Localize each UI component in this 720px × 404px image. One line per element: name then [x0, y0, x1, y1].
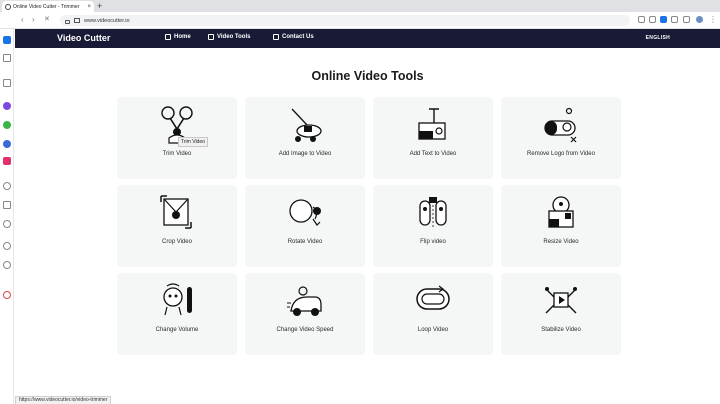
volume-icon [163, 283, 192, 316]
favicon-icon [5, 3, 11, 10]
flip-icon [419, 197, 447, 229]
tool-label: Add Text to Video [409, 151, 457, 157]
crop-icon [160, 195, 192, 229]
stabilize-icon [545, 287, 577, 314]
history-icon[interactable] [3, 182, 11, 190]
messenger-icon[interactable] [3, 102, 11, 110]
star-icon[interactable] [3, 54, 11, 62]
instagram-icon[interactable] [3, 157, 11, 165]
tool-label: Crop Video [162, 239, 192, 245]
lock-icon [65, 19, 70, 24]
site-info-icon[interactable] [74, 18, 80, 23]
tool-card-loop[interactable]: Loop Video [373, 273, 493, 355]
nav-contact[interactable]: Contact Us [273, 34, 314, 40]
add-image-icon [291, 108, 322, 142]
tool-label: Trim Video [162, 151, 192, 157]
tool-card-speed[interactable]: Change Video Speed [245, 273, 365, 355]
panel-icon[interactable] [3, 79, 11, 87]
shield-icon[interactable] [660, 16, 667, 23]
tool-card-resize[interactable]: Resize Video [501, 185, 621, 267]
camera-icon[interactable] [638, 16, 645, 23]
browser-tab[interactable]: Online Video Cutter - Trimmer × [2, 1, 94, 12]
site-logo[interactable]: Video Cutter [57, 33, 110, 43]
tool-card-crop[interactable]: Crop Video [117, 185, 237, 267]
tool-label: Rotate Video [287, 239, 323, 245]
page-title: Online Video Tools [311, 69, 424, 83]
tool-card-add-text[interactable]: Add Text to Video [373, 97, 493, 179]
menu-icon[interactable]: ⋮ [709, 15, 717, 25]
tool-label: Remove Logo from Video [527, 151, 595, 157]
profile-avatar-icon[interactable] [696, 16, 703, 23]
rotate-icon [289, 199, 321, 226]
site-navbar: Video Cutter Home Video Tools Contact Us… [15, 29, 720, 48]
tool-card-remove-logo[interactable]: Remove Logo from Video [501, 97, 621, 179]
tool-label: Add Image to Video [278, 151, 332, 157]
browser-side-panel [0, 29, 14, 404]
url-text: www.videocutter.io [84, 17, 130, 24]
tools-icon [208, 34, 214, 40]
tool-card-rotate[interactable]: Rotate Video [245, 185, 365, 267]
whatsapp-icon[interactable] [3, 121, 11, 129]
nav-video-tools[interactable]: Video Tools [208, 34, 250, 40]
tool-label: Change Volume [155, 327, 199, 333]
nav-home-label: Home [174, 34, 191, 40]
send-icon[interactable] [3, 201, 11, 209]
speed-icon [287, 286, 322, 316]
tab-title: Online Video Cutter - Trimmer [13, 3, 80, 10]
loop-icon [416, 285, 450, 310]
reward-icon[interactable] [3, 291, 11, 299]
reload-icon[interactable]: ✕ [44, 15, 50, 25]
screenshot-icon[interactable] [649, 16, 656, 23]
tool-label: Change Video Speed [276, 327, 334, 333]
info-icon[interactable] [3, 261, 11, 269]
tool-label: Loop Video [417, 327, 449, 333]
workspace-icon[interactable] [3, 36, 11, 44]
telegram-icon[interactable] [3, 140, 11, 148]
browser-tabbar: Online Video Cutter - Trimmer × + [0, 0, 720, 12]
add-text-icon [418, 108, 446, 140]
nav-video-tools-label: Video Tools [217, 34, 251, 40]
back-icon[interactable]: ‹ [21, 15, 24, 25]
close-tab-icon[interactable]: × [87, 4, 91, 10]
browser-toolbar: ‹ › ✕ www.videocutter.io ⋮ [0, 12, 720, 29]
clock-icon[interactable] [3, 220, 11, 228]
tool-label: Resize Video [543, 239, 579, 245]
tool-label: Stabilize Video [541, 327, 581, 333]
resize-icon [548, 196, 574, 228]
language-selector[interactable]: ENGLISH [646, 35, 670, 41]
nav-home[interactable]: Home [165, 34, 191, 40]
tool-card-add-image[interactable]: Add Image to Video [245, 97, 365, 179]
tooltip: Trim Video [178, 137, 208, 147]
mail-icon [273, 34, 279, 40]
tool-card-flip[interactable]: Flip video [373, 185, 493, 267]
forward-icon[interactable]: › [32, 15, 35, 25]
new-tab-button[interactable]: + [97, 1, 102, 11]
nav-contact-label: Contact Us [282, 34, 314, 40]
remove-logo-icon [544, 107, 577, 143]
share-icon[interactable] [671, 16, 678, 23]
status-url: https://www.videocutter.io/video-trimmer [15, 396, 112, 404]
extensions-icon[interactable] [683, 16, 690, 23]
tool-card-trim[interactable]: Trim Video [117, 97, 237, 179]
heart-icon[interactable] [3, 242, 11, 250]
address-bar[interactable]: www.videocutter.io [60, 15, 630, 26]
home-icon [165, 34, 171, 40]
tool-label: Flip video [420, 239, 446, 245]
tool-card-stabilize[interactable]: Stabilize Video [501, 273, 621, 355]
tool-card-volume[interactable]: Change Volume [117, 273, 237, 355]
